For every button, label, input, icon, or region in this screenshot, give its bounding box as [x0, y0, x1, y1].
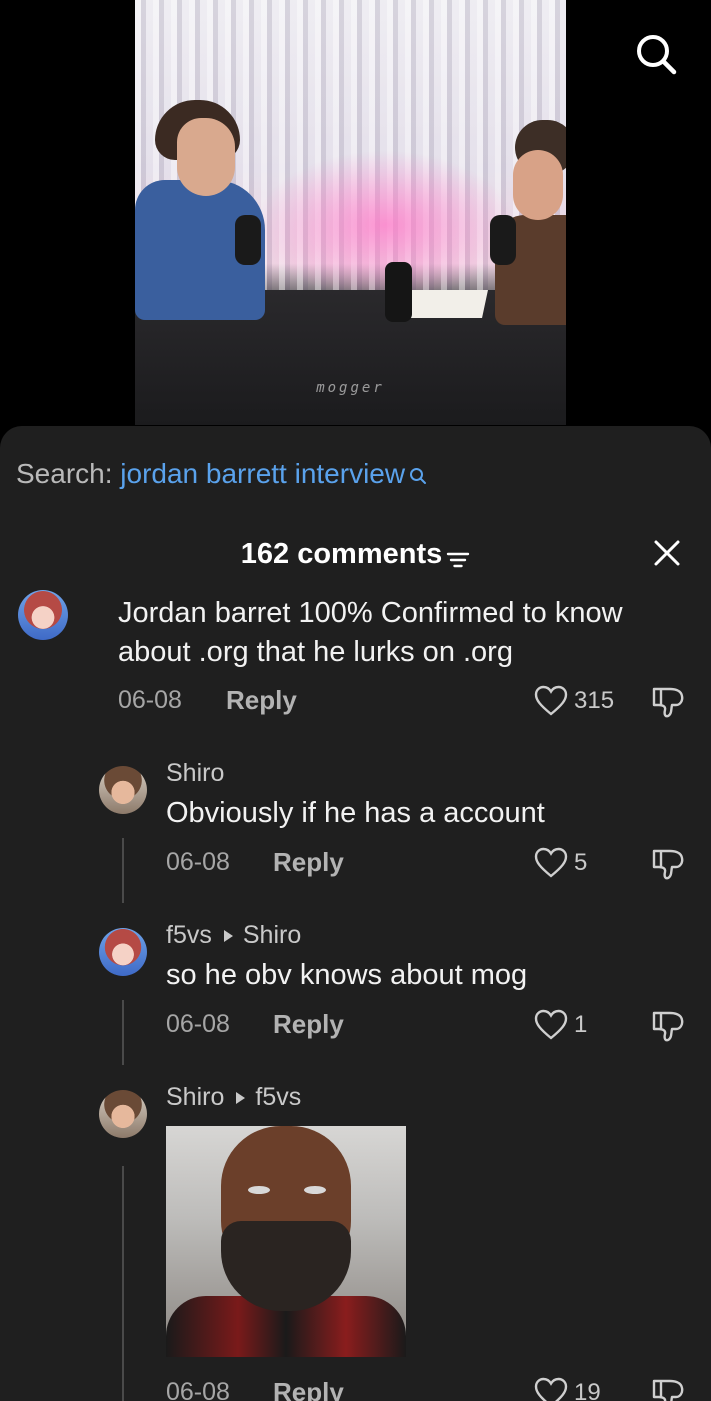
- like-count: 315: [574, 687, 615, 714]
- like-count: 1: [574, 1011, 588, 1038]
- related-search-query[interactable]: jordan barrett interview: [120, 458, 405, 489]
- reply-arrow-icon: [223, 930, 233, 943]
- related-search-label: Search:: [16, 458, 113, 489]
- reply-button[interactable]: Reply: [226, 685, 297, 716]
- video-person-left: [135, 100, 285, 330]
- comment-username-author[interactable]: Shiro: [166, 1083, 224, 1111]
- thread-line: [122, 838, 124, 903]
- like-count: 19: [574, 1379, 601, 1401]
- comment-text-line: Jordan barret 100% Confirmed to know: [118, 597, 623, 629]
- close-icon[interactable]: [652, 538, 682, 568]
- video-mic-left: [235, 215, 261, 265]
- avatar[interactable]: [99, 928, 147, 976]
- comment-reply-to[interactable]: f5vs: [255, 1083, 301, 1111]
- comment-text: so he obv knows about mog: [166, 959, 528, 991]
- dislike-icon[interactable]: [650, 684, 686, 720]
- video-watermark: mogger: [316, 380, 385, 396]
- reply-button[interactable]: Reply: [273, 1009, 344, 1040]
- thread-line: [122, 1000, 124, 1065]
- comment-count-label: 162 comments: [240, 538, 443, 570]
- comments-sheet: Search: jordan barrett interview 162 com…: [0, 426, 711, 1401]
- video-mic-right: [490, 215, 516, 265]
- avatar[interactable]: [18, 590, 68, 640]
- like-button[interactable]: 315: [534, 684, 614, 718]
- heart-icon: [534, 685, 568, 716]
- heart-icon: [534, 1009, 568, 1040]
- like-button[interactable]: 5: [534, 846, 587, 880]
- heart-icon: [534, 847, 568, 878]
- reply-button[interactable]: Reply: [273, 847, 344, 878]
- comment-count[interactable]: 162 comments: [0, 538, 711, 571]
- avatar[interactable]: [99, 766, 147, 814]
- comment-username-author[interactable]: f5vs: [166, 921, 212, 949]
- comment-date: 06-08: [166, 1010, 230, 1038]
- dislike-icon[interactable]: [650, 846, 686, 882]
- comment-username[interactable]: Shiro: [166, 759, 224, 788]
- comment-reply-to[interactable]: Shiro: [243, 921, 301, 949]
- related-search[interactable]: Search: jordan barrett interview: [16, 458, 427, 490]
- comment-date: 06-08: [166, 1378, 230, 1401]
- reply-button[interactable]: Reply: [273, 1377, 344, 1401]
- like-button[interactable]: 1: [534, 1008, 587, 1042]
- comments-header: 162 comments: [0, 534, 711, 578]
- like-button[interactable]: 19: [534, 1376, 601, 1401]
- heart-icon: [534, 1377, 568, 1401]
- video-player[interactable]: mogger: [135, 0, 566, 425]
- dislike-icon[interactable]: [650, 1008, 686, 1044]
- like-count: 5: [574, 849, 588, 876]
- comment-username: f5vs Shiro: [166, 921, 301, 950]
- avatar[interactable]: [99, 1090, 147, 1138]
- comment-text: Jordan barret 100% Confirmed to know abo…: [118, 594, 623, 672]
- comment-text-line: about .org that he lurks on .org: [118, 636, 513, 668]
- comment-date: 06-08: [166, 848, 230, 876]
- video-speaker: [385, 262, 412, 322]
- search-suggest-icon: [409, 460, 427, 484]
- comment-text: Obviously if he has a account: [166, 797, 545, 829]
- filter-icon[interactable]: [446, 545, 470, 568]
- comment-image[interactable]: [166, 1126, 406, 1357]
- dislike-icon[interactable]: [650, 1376, 686, 1401]
- search-icon[interactable]: [634, 32, 678, 76]
- thread-line: [122, 1166, 124, 1401]
- comment-username: Shiro f5vs: [166, 1083, 301, 1112]
- comment-date: 06-08: [118, 686, 182, 714]
- reply-arrow-icon: [236, 1092, 246, 1105]
